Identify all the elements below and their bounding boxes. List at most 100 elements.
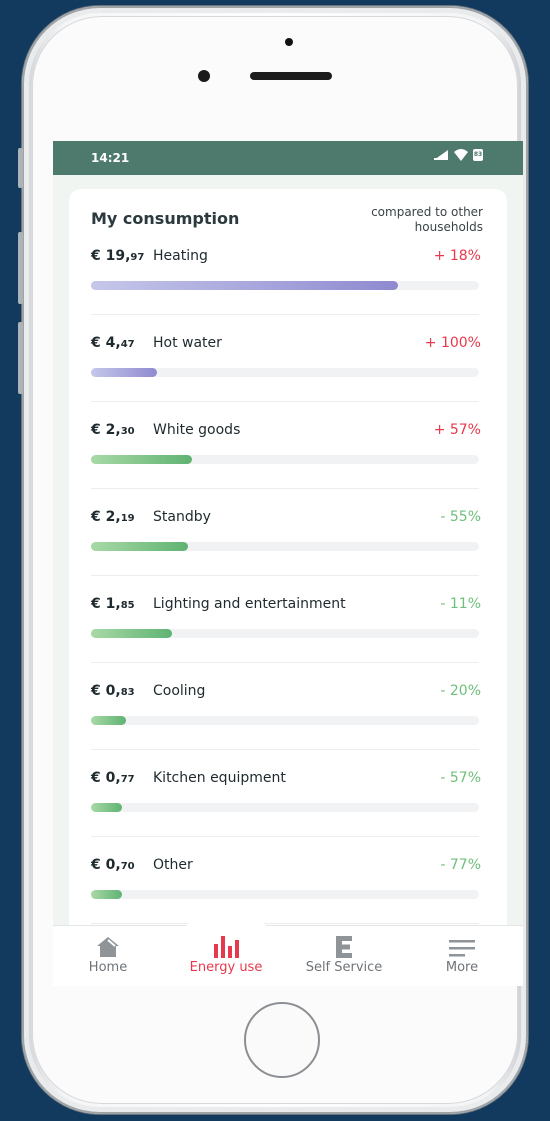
consumption-bar-track bbox=[91, 716, 479, 725]
price-cents: 47 bbox=[120, 339, 135, 350]
consumption-title: My consumption bbox=[91, 209, 240, 228]
row-divider bbox=[91, 488, 479, 489]
price-cents: 83 bbox=[120, 687, 135, 698]
row-divider bbox=[91, 836, 479, 837]
consumption-bar-fill bbox=[91, 629, 172, 638]
price-main: € 4, bbox=[91, 335, 121, 351]
consumption-card: My consumption compared to other househo… bbox=[69, 189, 507, 949]
consumption-price: € 0,77 bbox=[91, 770, 135, 786]
price-main: € 2, bbox=[91, 422, 121, 438]
consumption-label: Cooling bbox=[153, 683, 206, 699]
price-main: € 0, bbox=[91, 683, 121, 699]
consumption-label: Standby bbox=[153, 509, 211, 525]
price-cents: 19 bbox=[120, 513, 135, 524]
home-button[interactable] bbox=[244, 1002, 320, 1078]
wifi-icon bbox=[454, 149, 468, 161]
comparison-label: compared to other households bbox=[371, 205, 483, 234]
row-divider bbox=[91, 314, 479, 315]
volume-up-button bbox=[18, 232, 23, 304]
consumption-bar-track bbox=[91, 455, 479, 464]
comparison-change: - 20% bbox=[440, 683, 481, 699]
bottom-navigation: Home Energy use Self Service More bbox=[53, 914, 523, 986]
consumption-bar-fill bbox=[91, 716, 126, 725]
consumption-bar-track bbox=[91, 629, 479, 638]
battery-level: 83 bbox=[473, 151, 483, 158]
consumption-price: € 19,97 bbox=[91, 248, 144, 264]
comparison-change: - 57% bbox=[440, 770, 481, 786]
comparison-change: + 100% bbox=[424, 335, 481, 351]
consumption-price: € 4,47 bbox=[91, 335, 135, 351]
consumption-bar-fill bbox=[91, 368, 157, 377]
bar-chart-icon bbox=[171, 932, 281, 958]
nav-energy-use[interactable]: Energy use bbox=[171, 932, 281, 975]
price-cents: 77 bbox=[120, 774, 135, 785]
consumption-label: Lighting and entertainment bbox=[153, 596, 346, 612]
row-divider bbox=[91, 575, 479, 576]
nav-self-service[interactable]: Self Service bbox=[289, 932, 399, 975]
consumption-label: Hot water bbox=[153, 335, 222, 351]
price-cents: 70 bbox=[120, 861, 135, 872]
row-divider bbox=[91, 923, 479, 924]
consumption-bar-fill bbox=[91, 542, 188, 551]
nav-home[interactable]: Home bbox=[53, 932, 163, 975]
battery-icon: 83 bbox=[473, 149, 483, 161]
consumption-bar-fill bbox=[91, 803, 122, 812]
consumption-price: € 2,19 bbox=[91, 509, 135, 525]
row-divider bbox=[91, 662, 479, 663]
price-main: € 2, bbox=[91, 509, 121, 525]
consumption-label: White goods bbox=[153, 422, 241, 438]
menu-icon bbox=[407, 932, 517, 958]
comparison-change: - 77% bbox=[440, 857, 481, 873]
nav-more[interactable]: More bbox=[407, 932, 517, 975]
consumption-bar-fill bbox=[91, 455, 192, 464]
consumption-bar-track bbox=[91, 803, 479, 812]
status-time: 14:21 bbox=[91, 151, 130, 165]
nav-more-label: More bbox=[445, 960, 479, 975]
self-service-e-icon bbox=[289, 932, 399, 958]
consumption-price: € 2,30 bbox=[91, 422, 135, 438]
consumption-bar-track bbox=[91, 281, 479, 290]
consumption-row[interactable]: € 4,47 Hot water + 100% bbox=[91, 335, 481, 422]
comparison-change: - 55% bbox=[440, 509, 481, 525]
silent-switch bbox=[18, 148, 23, 188]
comparison-change: + 18% bbox=[433, 248, 481, 264]
consumption-row[interactable]: € 2,19 Standby - 55% bbox=[91, 509, 481, 596]
price-main: € 1, bbox=[91, 596, 121, 612]
consumption-label: Heating bbox=[153, 248, 208, 264]
consumption-price: € 0,83 bbox=[91, 683, 135, 699]
consumption-bar-track bbox=[91, 890, 479, 899]
signal-icon bbox=[434, 150, 448, 160]
proximity-sensor bbox=[285, 38, 293, 46]
consumption-row[interactable]: € 0,77 Kitchen equipment - 57% bbox=[91, 770, 481, 857]
row-divider bbox=[91, 401, 479, 402]
app-screen: 14:21 83 My consumption compared to othe… bbox=[53, 141, 523, 986]
price-cents: 30 bbox=[120, 426, 135, 437]
consumption-bar-track bbox=[91, 368, 479, 377]
price-cents: 85 bbox=[120, 600, 135, 611]
consumption-label: Other bbox=[153, 857, 193, 873]
price-main: € 0, bbox=[91, 857, 121, 873]
consumption-row[interactable]: € 1,85 Lighting and entertainment - 11% bbox=[91, 596, 481, 683]
consumption-bar-track bbox=[91, 542, 479, 551]
nav-energy-use-label: Energy use bbox=[189, 960, 263, 975]
consumption-row[interactable]: € 0,83 Cooling - 20% bbox=[91, 683, 481, 770]
status-icons: 83 bbox=[433, 149, 483, 161]
consumption-bar-fill bbox=[91, 890, 122, 899]
nav-home-label: Home bbox=[88, 960, 128, 975]
price-main: € 19, bbox=[91, 248, 131, 264]
row-divider bbox=[91, 749, 479, 750]
nav-self-service-label: Self Service bbox=[305, 960, 383, 975]
consumption-bar-fill bbox=[91, 281, 398, 290]
price-cents: 97 bbox=[130, 252, 145, 263]
consumption-price: € 1,85 bbox=[91, 596, 135, 612]
consumption-price: € 0,70 bbox=[91, 857, 135, 873]
earpiece-speaker bbox=[250, 72, 332, 80]
consumption-label: Kitchen equipment bbox=[153, 770, 286, 786]
comparison-change: - 11% bbox=[440, 596, 481, 612]
volume-down-button bbox=[18, 322, 23, 394]
comparison-change: + 57% bbox=[433, 422, 481, 438]
home-icon bbox=[53, 932, 163, 958]
price-main: € 0, bbox=[91, 770, 121, 786]
consumption-row[interactable]: € 19,97 Heating + 18% bbox=[91, 248, 481, 335]
consumption-row[interactable]: € 2,30 White goods + 57% bbox=[91, 422, 481, 509]
